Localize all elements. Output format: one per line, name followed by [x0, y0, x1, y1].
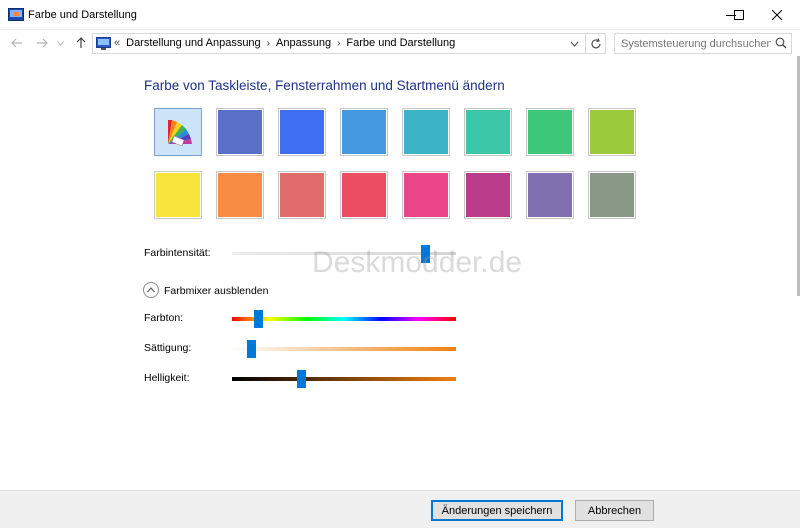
- chevron-down-icon[interactable]: [570, 37, 579, 51]
- chevron-down-icon: [56, 40, 64, 46]
- swatch-fill: [342, 173, 386, 217]
- swatch-fill: [404, 173, 448, 217]
- swatch-color[interactable]: [526, 171, 574, 219]
- swatch-fill: [590, 110, 634, 154]
- refresh-icon: [591, 37, 601, 48]
- saturation-track: [232, 347, 456, 351]
- address-bar[interactable]: « Darstellung und Anpassung › Anpassung …: [92, 33, 586, 54]
- recent-locations-button[interactable]: [55, 35, 65, 51]
- arrow-up-icon: [76, 37, 86, 48]
- swatch-fill: [280, 173, 324, 217]
- cancel-button[interactable]: Abbrechen: [575, 500, 654, 521]
- close-button[interactable]: [754, 0, 800, 30]
- mixer-toggle-button[interactable]: [143, 282, 159, 298]
- forward-button[interactable]: [34, 35, 50, 51]
- swatch-fill: [342, 110, 386, 154]
- save-changes-button[interactable]: Änderungen speichern: [431, 500, 563, 521]
- up-button[interactable]: [73, 35, 89, 51]
- swatch-fill: [218, 173, 262, 217]
- swatch-fill: [156, 173, 200, 217]
- breadcrumb-anpassung[interactable]: Anpassung: [276, 37, 331, 49]
- intensity-label: Farbintensität:: [144, 247, 211, 259]
- swatch-fill: [218, 110, 262, 154]
- swatch-fill: [280, 110, 324, 154]
- brightness-track: [232, 377, 456, 381]
- swatch-color[interactable]: [464, 171, 512, 219]
- arrow-left-icon: [11, 38, 22, 48]
- chevron-right-icon[interactable]: ›: [337, 38, 340, 49]
- hue-label: Farbton:: [144, 312, 184, 324]
- maximize-icon: [734, 10, 744, 20]
- saturation-label: Sättigung:: [144, 342, 192, 354]
- swatch-fill: [528, 110, 572, 154]
- brightness-slider[interactable]: [232, 369, 456, 389]
- swatch-fill: [590, 173, 634, 217]
- navigation-bar: « Darstellung und Anpassung › Anpassung …: [0, 30, 800, 56]
- color-fan-icon: [156, 110, 200, 154]
- swatch-color[interactable]: [278, 171, 326, 219]
- swatch-color[interactable]: [464, 108, 512, 156]
- swatch-color[interactable]: [216, 171, 264, 219]
- saturation-thumb[interactable]: [247, 340, 256, 358]
- swatch-color[interactable]: [588, 171, 636, 219]
- swatch-fill: [466, 110, 510, 154]
- title-bar: Farbe und Darstellung: [0, 0, 800, 30]
- swatch-color[interactable]: [154, 171, 202, 219]
- swatch-color[interactable]: [402, 108, 450, 156]
- swatch-fill: [404, 110, 448, 154]
- breadcrumb: « Darstellung und Anpassung › Anpassung …: [114, 37, 455, 49]
- swatch-color[interactable]: [526, 108, 574, 156]
- search-input[interactable]: [615, 34, 771, 53]
- refresh-button[interactable]: [586, 33, 606, 54]
- swatch-fill: [528, 173, 572, 217]
- swatch-color[interactable]: [340, 171, 388, 219]
- breadcrumb-farbe-und-darstellung[interactable]: Farbe und Darstellung: [346, 37, 455, 49]
- swatch-color[interactable]: [402, 171, 450, 219]
- window-title: Farbe und Darstellung: [28, 9, 137, 21]
- button-bar: Änderungen speichern Abbrechen: [0, 490, 800, 528]
- saturation-slider[interactable]: [232, 339, 456, 359]
- hue-slider[interactable]: [232, 309, 456, 329]
- hue-track: [232, 317, 456, 321]
- page-title: Farbe von Taskleiste, Fensterrahmen und …: [144, 78, 505, 93]
- swatch-fill: [466, 173, 510, 217]
- swatch-color[interactable]: [340, 108, 388, 156]
- personalization-app-icon: [8, 8, 24, 21]
- hue-thumb[interactable]: [254, 310, 263, 328]
- mixer-toggle-label[interactable]: Farbmixer ausblenden: [164, 285, 268, 297]
- swatch-auto[interactable]: [154, 108, 202, 156]
- arrow-right-icon: [37, 38, 48, 48]
- chevron-right-icon[interactable]: ›: [267, 38, 270, 49]
- breadcrumb-overflow[interactable]: «: [114, 37, 120, 49]
- brightness-label: Helligkeit:: [144, 372, 190, 384]
- swatch-color[interactable]: [278, 108, 326, 156]
- chevron-up-icon: [147, 287, 155, 293]
- back-button[interactable]: [9, 35, 25, 51]
- search-box: [614, 33, 792, 54]
- swatch-color[interactable]: [216, 108, 264, 156]
- close-icon: [772, 10, 782, 20]
- search-icon[interactable]: [775, 37, 787, 49]
- swatch-color[interactable]: [588, 108, 636, 156]
- watermark: Deskmodder.de: [312, 246, 523, 279]
- control-panel-icon: [96, 37, 111, 50]
- brightness-thumb[interactable]: [297, 370, 306, 388]
- breadcrumb-darstellung-und-anpassung[interactable]: Darstellung und Anpassung: [126, 37, 261, 49]
